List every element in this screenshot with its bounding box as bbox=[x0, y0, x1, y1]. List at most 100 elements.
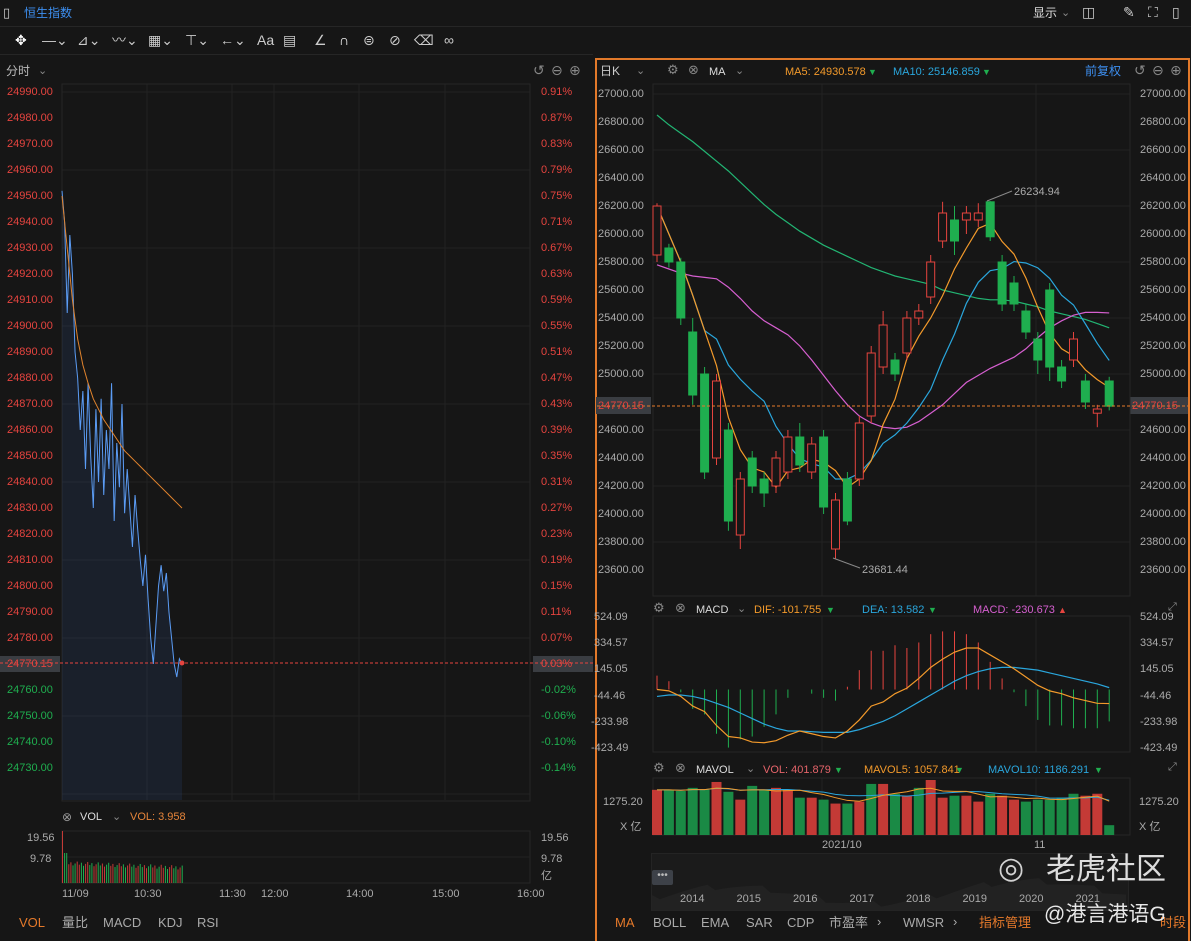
price-axis-label: 25400.00 bbox=[598, 312, 644, 324]
macd-axis-label: -44.46 bbox=[594, 689, 626, 702]
price-axis-label: 26600.00 bbox=[598, 144, 644, 156]
macd-axis-label: 524.09 bbox=[594, 611, 628, 623]
candle-body bbox=[973, 212, 983, 221]
candle-body bbox=[712, 380, 721, 459]
indicator-tab[interactable]: BOLL bbox=[653, 915, 686, 931]
macd-axis-label: 145.05 bbox=[594, 663, 628, 676]
volume-bar bbox=[1092, 793, 1103, 835]
price-axis-label: 24400.00 bbox=[598, 452, 644, 464]
candle-body bbox=[1069, 338, 1078, 361]
candle-body bbox=[759, 478, 769, 494]
candle-body bbox=[902, 317, 912, 354]
volume-bar bbox=[652, 789, 662, 835]
price-axis-label: 27000.00 bbox=[598, 88, 644, 100]
candle-body bbox=[890, 359, 900, 375]
down-arrow-icon: ▼ bbox=[928, 605, 937, 615]
price-axis-label-right: 24200.00 bbox=[1140, 480, 1186, 492]
macd-axis-label: -233.98 bbox=[591, 715, 629, 728]
year-label: 2016 bbox=[793, 893, 818, 905]
mavol-label[interactable]: MAVOL bbox=[696, 763, 734, 777]
indicator-tab[interactable]: MA bbox=[615, 915, 635, 931]
candle-body bbox=[652, 205, 662, 256]
price-axis-label-right: 23800.00 bbox=[1140, 536, 1186, 548]
low-marker-line bbox=[832, 557, 861, 569]
chevron-right-icon: › bbox=[877, 914, 882, 929]
mavol-unit: X 亿 bbox=[620, 821, 642, 833]
indicator-tab[interactable]: 指标管理 bbox=[979, 915, 1031, 931]
down-arrow-icon: ▼ bbox=[1094, 765, 1103, 775]
close-icon[interactable]: ⊗ bbox=[675, 761, 686, 775]
mavol-axis-max-right: 1275.20 bbox=[1139, 796, 1179, 808]
volume-bar bbox=[961, 795, 972, 835]
candle-body bbox=[771, 457, 781, 487]
volume-bar bbox=[854, 801, 865, 835]
indicator-tab[interactable]: WMSR bbox=[903, 915, 944, 931]
price-axis-label-right: 25600.00 bbox=[1140, 284, 1186, 296]
price-axis-label-right: 26000.00 bbox=[1140, 228, 1186, 240]
settings-icon[interactable]: ⚙ bbox=[653, 601, 665, 615]
chevron-right-icon: › bbox=[953, 914, 958, 929]
candle-body bbox=[926, 261, 936, 298]
macd-frame bbox=[652, 615, 1131, 753]
candle-body bbox=[1033, 338, 1043, 361]
price-axis-label-right: 24000.00 bbox=[1140, 508, 1186, 520]
dea-value: DEA: 13.582 bbox=[862, 604, 925, 616]
volume-bar bbox=[806, 797, 817, 835]
price-axis-label: 23600.00 bbox=[598, 564, 644, 576]
close-icon[interactable]: ⊗ bbox=[675, 601, 686, 615]
price-axis-label: 25000.00 bbox=[598, 368, 644, 380]
price-axis-label: 25800.00 bbox=[598, 256, 644, 268]
price-axis-label: 23800.00 bbox=[598, 536, 644, 548]
price-axis-label-right: 24600.00 bbox=[1140, 424, 1186, 436]
settings-icon[interactable]: ⚙ bbox=[653, 761, 665, 775]
macd-label[interactable]: MACD bbox=[696, 603, 728, 617]
volume-bar bbox=[842, 803, 853, 835]
volume-bar bbox=[723, 791, 734, 835]
price-axis-label-right: 26200.00 bbox=[1140, 200, 1186, 212]
year-label: 2014 bbox=[680, 893, 705, 905]
macd-axis-label: -423.49 bbox=[591, 742, 629, 755]
volume-bar bbox=[747, 785, 758, 835]
volume-bar bbox=[1009, 799, 1019, 835]
indicator-tab[interactable]: CDP bbox=[787, 915, 814, 931]
author-watermark: @港言港语G bbox=[1044, 903, 1166, 926]
price-axis-label-right: 25400.00 bbox=[1140, 312, 1186, 324]
more-button[interactable]: ••• bbox=[652, 870, 673, 885]
dif-value: DIF: -101.755 bbox=[754, 604, 822, 616]
mavol-unit-right: X 亿 bbox=[1139, 821, 1161, 833]
candle-body bbox=[1104, 380, 1114, 407]
volume-bar bbox=[687, 787, 698, 835]
chevron-down-icon: ⌄ bbox=[746, 763, 756, 775]
price-axis-label: 24000.00 bbox=[598, 508, 644, 520]
watermark: 老虎社区 bbox=[1046, 853, 1166, 886]
up-arrow-icon: ▲ bbox=[1058, 605, 1067, 615]
low-price-label: 23681.44 bbox=[862, 564, 908, 576]
volume-bar bbox=[782, 789, 793, 835]
price-axis-label: 24600.00 bbox=[598, 424, 644, 436]
macd-axis-label-right: -233.98 bbox=[1140, 715, 1178, 728]
volume-bar bbox=[699, 789, 710, 835]
price-axis-label-right: 24400.00 bbox=[1140, 452, 1186, 464]
candle-body bbox=[807, 443, 817, 473]
candle-body bbox=[1009, 282, 1019, 305]
price-axis-label-right: 27000.00 bbox=[1140, 88, 1186, 100]
ma60-line bbox=[656, 114, 1110, 329]
date-label: 2021/10 bbox=[822, 839, 862, 851]
candle-body bbox=[1057, 366, 1067, 382]
expand-icon[interactable]: ⤢ bbox=[1168, 760, 1177, 774]
current-price-label: 24770.15 bbox=[1132, 400, 1178, 412]
volume-bar bbox=[973, 801, 984, 835]
indicator-tab[interactable]: EMA bbox=[701, 915, 729, 931]
mavol10-value: MAVOL10: 1186.291 bbox=[988, 764, 1090, 776]
indicator-tab[interactable]: SAR bbox=[746, 915, 773, 931]
candle-body bbox=[795, 436, 805, 466]
candle-body bbox=[1092, 408, 1102, 414]
app-window: ▯ 恒生指数 显示 ⌄ ◫ ✎ ⛶ ▯ ✥ —⌄ ⊿⌄ 〰⌄ ▦⌄ ⊤⌄ ←⌄ … bbox=[0, 0, 1191, 941]
year-label: 2017 bbox=[849, 893, 874, 905]
candle-body bbox=[819, 436, 829, 508]
price-axis-label-right: 23600.00 bbox=[1140, 564, 1186, 576]
indicator-tab[interactable]: 市盈率 bbox=[829, 915, 868, 931]
vol-value: VOL: 401.879 bbox=[763, 764, 831, 776]
macd-value: MACD: -230.673 bbox=[973, 604, 1055, 616]
expand-icon[interactable]: ⤢ bbox=[1168, 600, 1177, 614]
